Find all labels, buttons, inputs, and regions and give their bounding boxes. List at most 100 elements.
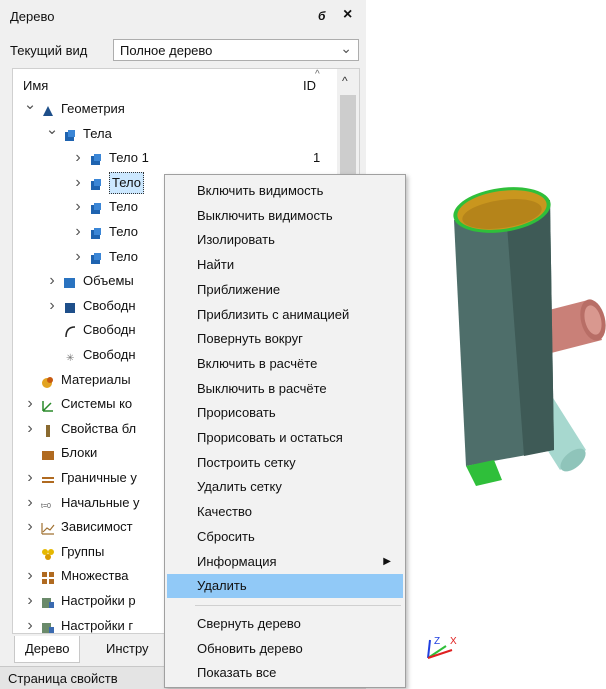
chevron-down-icon: ⌄ <box>340 40 352 56</box>
settings-icon <box>41 619 55 633</box>
menu-item-label: Показать все <box>197 665 277 681</box>
tree-row-label: Системы ко <box>61 396 133 412</box>
menu-item[interactable]: Качество <box>167 500 403 524</box>
pin-icon[interactable]: б <box>318 9 325 23</box>
chevron-right-icon[interactable]: › <box>71 245 85 269</box>
viewport-3d[interactable]: Z X <box>406 150 606 688</box>
chevron-right-icon[interactable]: › <box>23 515 37 539</box>
tree-row-label: Зависимост <box>61 519 133 535</box>
tree-row-label: Тело 1 <box>109 150 149 166</box>
tree-row-label: Свободн <box>83 347 136 362</box>
chevron-right-icon[interactable]: › <box>71 195 85 219</box>
tree-row-label: Свободн <box>83 297 136 313</box>
axis-triad: Z X <box>427 636 457 659</box>
chevron-right-icon[interactable]: › <box>23 417 37 441</box>
view-row: Текущий вид Полное дерево ⌄ <box>0 37 366 65</box>
menu-item[interactable]: Включить видимость <box>167 179 403 203</box>
tree-row[interactable]: ⌄ Геометрия <box>23 96 323 121</box>
svg-text:t=0: t=0 <box>41 503 51 510</box>
chevron-right-icon[interactable]: › <box>23 564 37 588</box>
tree-row-label: Начальные у <box>61 494 140 510</box>
panel-titlebar: Дерево б × <box>0 0 366 34</box>
menu-item-label: Выключить видимость <box>197 207 333 223</box>
sort-arrow-icon: ^ <box>315 69 320 80</box>
menu-item-label: Включить в расчёте <box>197 355 318 371</box>
boundary-conditions-icon <box>41 471 55 485</box>
menu-item[interactable]: Удалить <box>167 574 403 599</box>
menu-item[interactable]: Найти <box>167 253 403 277</box>
tree-row-label: Геометрия <box>61 101 125 116</box>
menu-item[interactable]: Прорисовать <box>167 401 403 425</box>
tree-header: Имя ID ^ <box>13 69 335 97</box>
menu-item-label: Удалить сетку <box>197 479 282 495</box>
menu-item-label: Изолировать <box>197 232 275 248</box>
menu-item-label: Прорисовать <box>197 405 276 421</box>
menu-item-label: Найти <box>197 257 235 273</box>
tree-row-label: Настройки г <box>61 617 134 633</box>
chevron-right-icon[interactable]: › <box>71 171 85 195</box>
chevron-right-icon[interactable]: › <box>23 466 37 490</box>
tree-row-label: Блоки <box>61 445 98 461</box>
tree-row-label: Тело <box>109 224 138 239</box>
chevron-right-icon[interactable]: › <box>23 491 37 515</box>
free-edges-icon <box>63 323 77 338</box>
materials-icon <box>41 373 55 388</box>
tree-row-label: Группы <box>61 543 105 559</box>
column-header-id[interactable]: ID <box>303 78 316 93</box>
menu-item[interactable]: Сбросить <box>167 525 403 549</box>
tree-row-label: Тело <box>109 171 144 194</box>
menu-item[interactable]: Прорисовать и остаться <box>167 426 403 450</box>
menu-item[interactable]: Изолировать <box>167 228 403 252</box>
body-icon <box>89 250 103 264</box>
tab-tree[interactable]: Дерево <box>14 636 81 663</box>
menu-item-label: Удалить <box>197 578 247 594</box>
menu-item[interactable]: Повернуть вокруг <box>167 327 403 351</box>
view-select[interactable]: Полное дерево ⌄ <box>113 39 359 61</box>
tree-row[interactable]: ⌄ Тела <box>45 121 323 146</box>
menu-item-label: Обновить дерево <box>197 640 303 656</box>
menu-item[interactable]: Информация ▶ <box>167 550 403 574</box>
chevron-down-icon[interactable]: ⌄ <box>23 93 37 117</box>
menu-item-label: Выключить в расчёте <box>197 380 327 396</box>
menu-item-label: Качество <box>197 504 252 520</box>
menu-item[interactable]: Обновить дерево <box>167 637 403 661</box>
tree-row-label: Граничные у <box>61 470 137 485</box>
properties-title: Страница свойств <box>8 671 118 686</box>
chevron-right-icon[interactable]: › <box>23 392 37 416</box>
menu-item[interactable]: Показать все <box>167 661 403 685</box>
scroll-up-icon[interactable]: ^ <box>342 74 348 88</box>
geometry-icon <box>41 102 55 116</box>
menu-separator <box>195 604 401 606</box>
bodies-icon <box>63 127 77 141</box>
menu-item[interactable]: Выключить в расчёте <box>167 377 403 401</box>
menu-item-label: Приблизить с анимацией <box>197 306 350 322</box>
chevron-right-icon[interactable]: › <box>71 146 85 170</box>
view-select-value: Полное дерево <box>120 43 213 58</box>
tab-tools[interactable]: Инстру <box>96 636 159 662</box>
tree-row-label: Тело <box>109 248 138 264</box>
menu-item[interactable]: Удалить сетку <box>167 475 403 499</box>
column-header-name[interactable]: Имя <box>23 78 48 93</box>
menu-item[interactable]: Приблизить с анимацией <box>167 303 403 327</box>
chevron-right-icon[interactable]: › <box>23 614 37 633</box>
body-icon <box>89 200 103 215</box>
chevron-down-icon[interactable]: ⌄ <box>45 118 59 142</box>
context-menu: Включить видимость Выключить видимость Изо… <box>164 174 406 688</box>
chevron-right-icon[interactable]: › <box>45 294 59 318</box>
menu-item[interactable]: Включить в расчёте <box>167 352 403 376</box>
chevron-right-icon[interactable]: › <box>45 269 59 293</box>
groups-icon <box>41 545 55 560</box>
pipe-main <box>453 187 554 486</box>
menu-item[interactable]: Приближение <box>167 278 403 302</box>
menu-item[interactable]: Свернуть дерево <box>167 612 403 636</box>
sets-icon <box>41 569 55 585</box>
tree-row[interactable]: › Тело 1 1 <box>71 146 323 170</box>
menu-item[interactable]: Выключить видимость <box>167 204 403 228</box>
settings-icon <box>41 594 55 608</box>
menu-item[interactable]: Построить сетку <box>167 451 403 475</box>
tree-row-label: Свойства бл <box>61 420 137 436</box>
chevron-right-icon[interactable]: › <box>71 220 85 244</box>
chevron-right-icon[interactable]: › <box>23 589 37 613</box>
svg-text:✳: ✳ <box>66 353 74 364</box>
close-icon[interactable]: × <box>343 6 352 24</box>
